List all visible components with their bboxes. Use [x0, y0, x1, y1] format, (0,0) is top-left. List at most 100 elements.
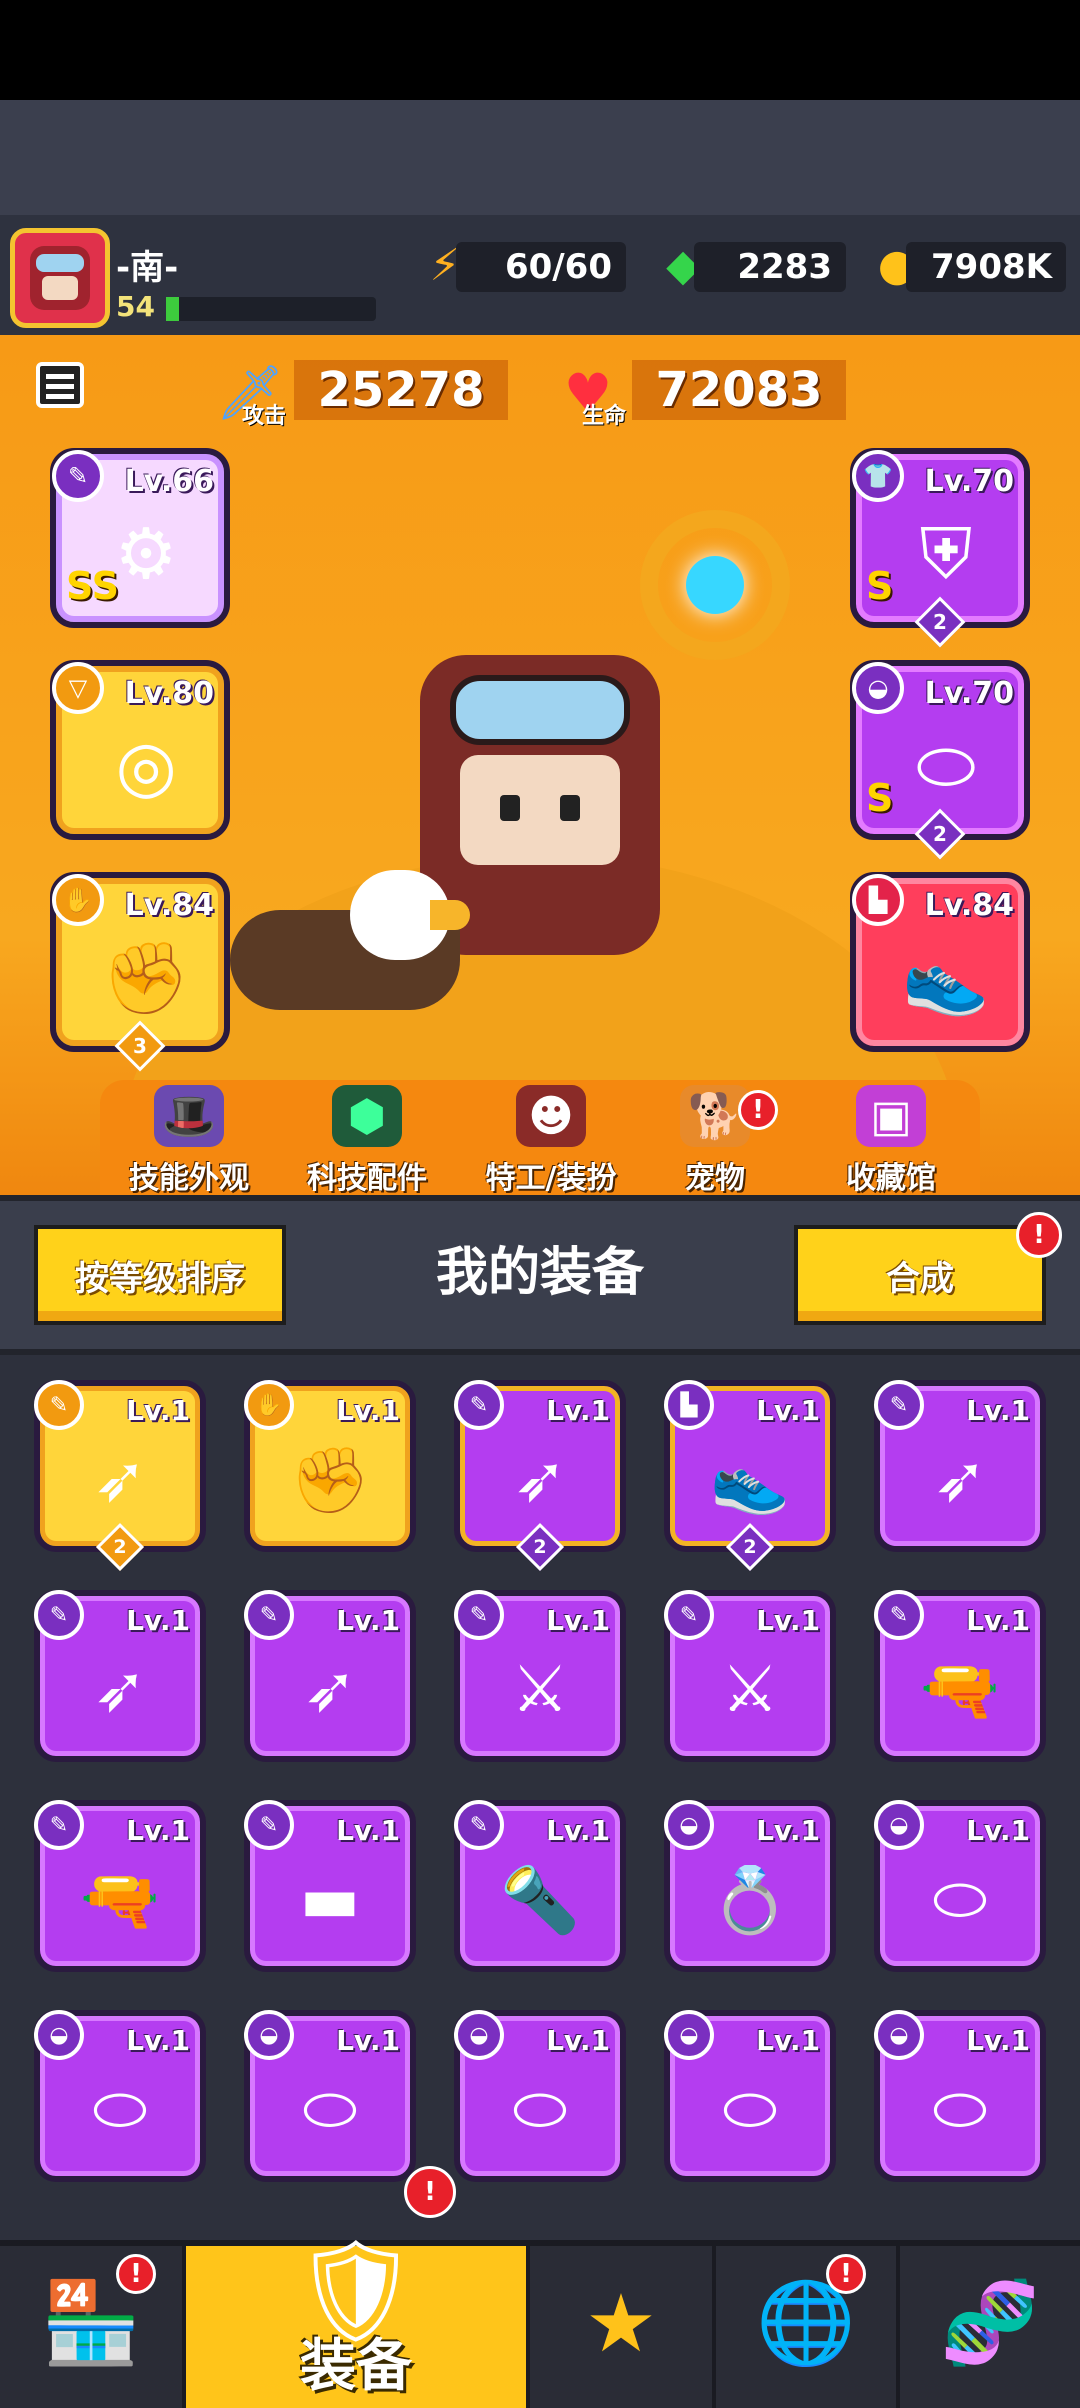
inventory-item[interactable]: ✎ Lv.1 ➶ 2	[34, 1380, 206, 1572]
equipped-boots-slot[interactable]: ▙ Lv.84 👟	[850, 872, 1030, 1052]
inventory-item[interactable]: ✎ Lv.1 ⚔	[664, 1590, 836, 1762]
inventory-item[interactable]: ✎ Lv.1 ➶	[34, 1590, 206, 1762]
slot-level: Lv.84	[924, 888, 1014, 923]
item-level: Lv.1	[966, 1394, 1030, 1427]
inventory-item[interactable]: ✎ Lv.1 🔫	[34, 1800, 206, 1972]
count-badge: 2	[515, 1522, 565, 1572]
gauntlet-icon: ✊	[290, 1443, 370, 1518]
grade-badge: SS	[66, 564, 120, 608]
inventory-title: 我的装备	[435, 1243, 644, 1303]
inventory-item[interactable]: ✎ Lv.1 ▬	[244, 1800, 416, 1972]
attack-value: 25278	[294, 360, 508, 420]
item-slot-icon: ✎	[34, 1380, 84, 1430]
inventory-item[interactable]: ◒ Lv.1 ⬭	[244, 2010, 416, 2182]
star-battle-icon: ★	[585, 2276, 657, 2370]
tab-skill-skins[interactable]: 🎩 技能外观	[104, 1085, 274, 1196]
sabre-icon: ⚔	[721, 1653, 779, 1727]
inventory-item[interactable]: ◒ Lv.1 ⬭	[664, 2010, 836, 2182]
inventory-item[interactable]: ✎ Lv.1 ➶	[244, 1590, 416, 1762]
item-slot-icon: ✎	[244, 1590, 294, 1640]
weapon-slot-icon: ✎	[52, 450, 104, 502]
belt-icon: ⬭	[932, 1863, 988, 1937]
inventory-item[interactable]: ✋ Lv.1 ✊	[244, 1380, 416, 1552]
coin-counter: 7908K	[906, 242, 1066, 292]
spiked-collar-icon: ◎	[115, 725, 177, 807]
inventory-item[interactable]: ✎ Lv.1 ⚔	[454, 1590, 626, 1762]
inventory-grid: ✎ Lv.1 ➶ 2 ✋ Lv.1 ✊ ✎ Lv.1 ➶ 2 ▙ Lv.1 👟 2 ✎ Lv.1 ➶ ✎ Lv.1 ➶ ✎…	[0, 1355, 1080, 2240]
slot-level: Lv.66	[124, 464, 214, 499]
sort-by-level-button[interactable]: 按等级排序	[34, 1225, 286, 1325]
nav-battle[interactable]: ★	[530, 2246, 716, 2408]
inventory-item[interactable]: ▙ Lv.1 👟 2	[664, 1380, 836, 1572]
tab-agent-outfit[interactable]: ☻ 特工/装扮	[456, 1085, 646, 1196]
slot-level: Lv.70	[924, 676, 1014, 711]
inventory-item[interactable]: ◒ Lv.1 ⬭	[454, 2010, 626, 2182]
belt-slot-icon: ◒	[852, 662, 904, 714]
inventory-item[interactable]: ✎ Lv.1 ➶	[874, 1380, 1046, 1552]
inventory-item[interactable]: ✎ Lv.1 ➶ 2	[454, 1380, 626, 1572]
equipped-armor-slot[interactable]: 👕 Lv.70 ⛨ S 2	[850, 448, 1030, 648]
item-level: Lv.1	[966, 1604, 1030, 1637]
shotgun-icon: ▬	[299, 1863, 361, 1937]
armor-icon: ⛨	[919, 512, 973, 595]
item-slot-icon: ✎	[454, 1800, 504, 1850]
inventory-item[interactable]: ✎ Lv.1 🔦	[454, 1800, 626, 1972]
nav-dna[interactable]: 🧬	[900, 2246, 1080, 2408]
item-level: Lv.1	[336, 2024, 400, 2057]
museum-icon: ▣	[856, 1085, 926, 1147]
item-level: Lv.1	[126, 1394, 190, 1427]
gem-counter: 2283	[694, 242, 846, 292]
nav-planet[interactable]: 🌐	[716, 2246, 900, 2408]
item-level: Lv.1	[336, 1604, 400, 1637]
item-level: Lv.1	[966, 2024, 1030, 2057]
equipped-belt-slot[interactable]: ◒ Lv.70 ⬭ S 2	[850, 660, 1030, 860]
slot-level: Lv.80	[124, 676, 214, 711]
gauntlet-icon: ✊	[102, 936, 190, 1019]
tab-label: 收藏馆	[846, 1161, 936, 1196]
nav-equipment[interactable]: 🛡 装备	[186, 2232, 530, 2408]
agent-icon: ☻	[516, 1085, 586, 1147]
inventory-item[interactable]: ◒ Lv.1 ⬭	[874, 1800, 1046, 1972]
attack-label: 攻击	[242, 404, 287, 429]
tab-tech-parts[interactable]: ⬢ 科技配件	[282, 1085, 452, 1196]
sabre-icon: ⚔	[511, 1653, 569, 1727]
slot-level: Lv.70	[924, 464, 1014, 499]
revolver-icon: 🔫	[920, 1653, 1000, 1728]
grade-badge: S	[866, 776, 894, 820]
inventory-item[interactable]: ◒ Lv.1 ⬭	[34, 2010, 206, 2182]
item-level: Lv.1	[126, 1814, 190, 1847]
revolver-icon: 🔫	[80, 1863, 160, 1938]
item-slot-icon: ◒	[664, 1800, 714, 1850]
hp-value: 72083	[632, 360, 846, 420]
energy-counter: 60/60	[456, 242, 626, 292]
boots-slot-icon: ▙	[852, 874, 904, 926]
xp-bar-fill	[166, 297, 179, 321]
equipped-weapon-slot[interactable]: ✎ Lv.66 ⚙ SS	[50, 448, 230, 628]
glove-slot-icon: ✋	[52, 874, 104, 926]
count-badge: 2	[725, 1522, 775, 1572]
torch-icon: 🔦	[500, 1863, 580, 1938]
planet-alert-badge: !	[826, 2254, 866, 2294]
equipped-gloves-slot[interactable]: ✋ Lv.84 ✊ 3	[50, 872, 230, 1072]
tab-label: 科技配件	[307, 1161, 427, 1196]
avatar[interactable]	[10, 228, 110, 328]
tab-label: 特工/装扮	[485, 1161, 617, 1196]
tab-museum[interactable]: ▣ 收藏馆	[806, 1085, 976, 1196]
menu-list-icon[interactable]	[36, 362, 84, 408]
dna-capsule-icon: 🧬	[940, 2276, 1040, 2369]
necklace-slot-icon: ▽	[52, 662, 104, 714]
grade-badge: S	[866, 564, 894, 608]
item-slot-icon: ▙	[664, 1380, 714, 1430]
nav-shop[interactable]: 🏪	[0, 2246, 186, 2408]
item-slot-icon: ◒	[874, 2010, 924, 2060]
inventory-item[interactable]: ◒ Lv.1 ⬭	[874, 2010, 1046, 2182]
inventory-item[interactable]: ✎ Lv.1 🔫	[874, 1590, 1046, 1762]
inventory-item[interactable]: ◒ Lv.1 💍	[664, 1800, 836, 1972]
item-slot-icon: ✎	[454, 1380, 504, 1430]
merge-button[interactable]: 合成	[794, 1225, 1046, 1325]
armor-slot-icon: 👕	[852, 450, 904, 502]
item-slot-icon: ◒	[664, 2010, 714, 2060]
item-level: Lv.1	[756, 2024, 820, 2057]
equipped-necklace-slot[interactable]: ▽ Lv.80 ◎	[50, 660, 230, 840]
equipment-alert-badge: !	[404, 2166, 456, 2218]
